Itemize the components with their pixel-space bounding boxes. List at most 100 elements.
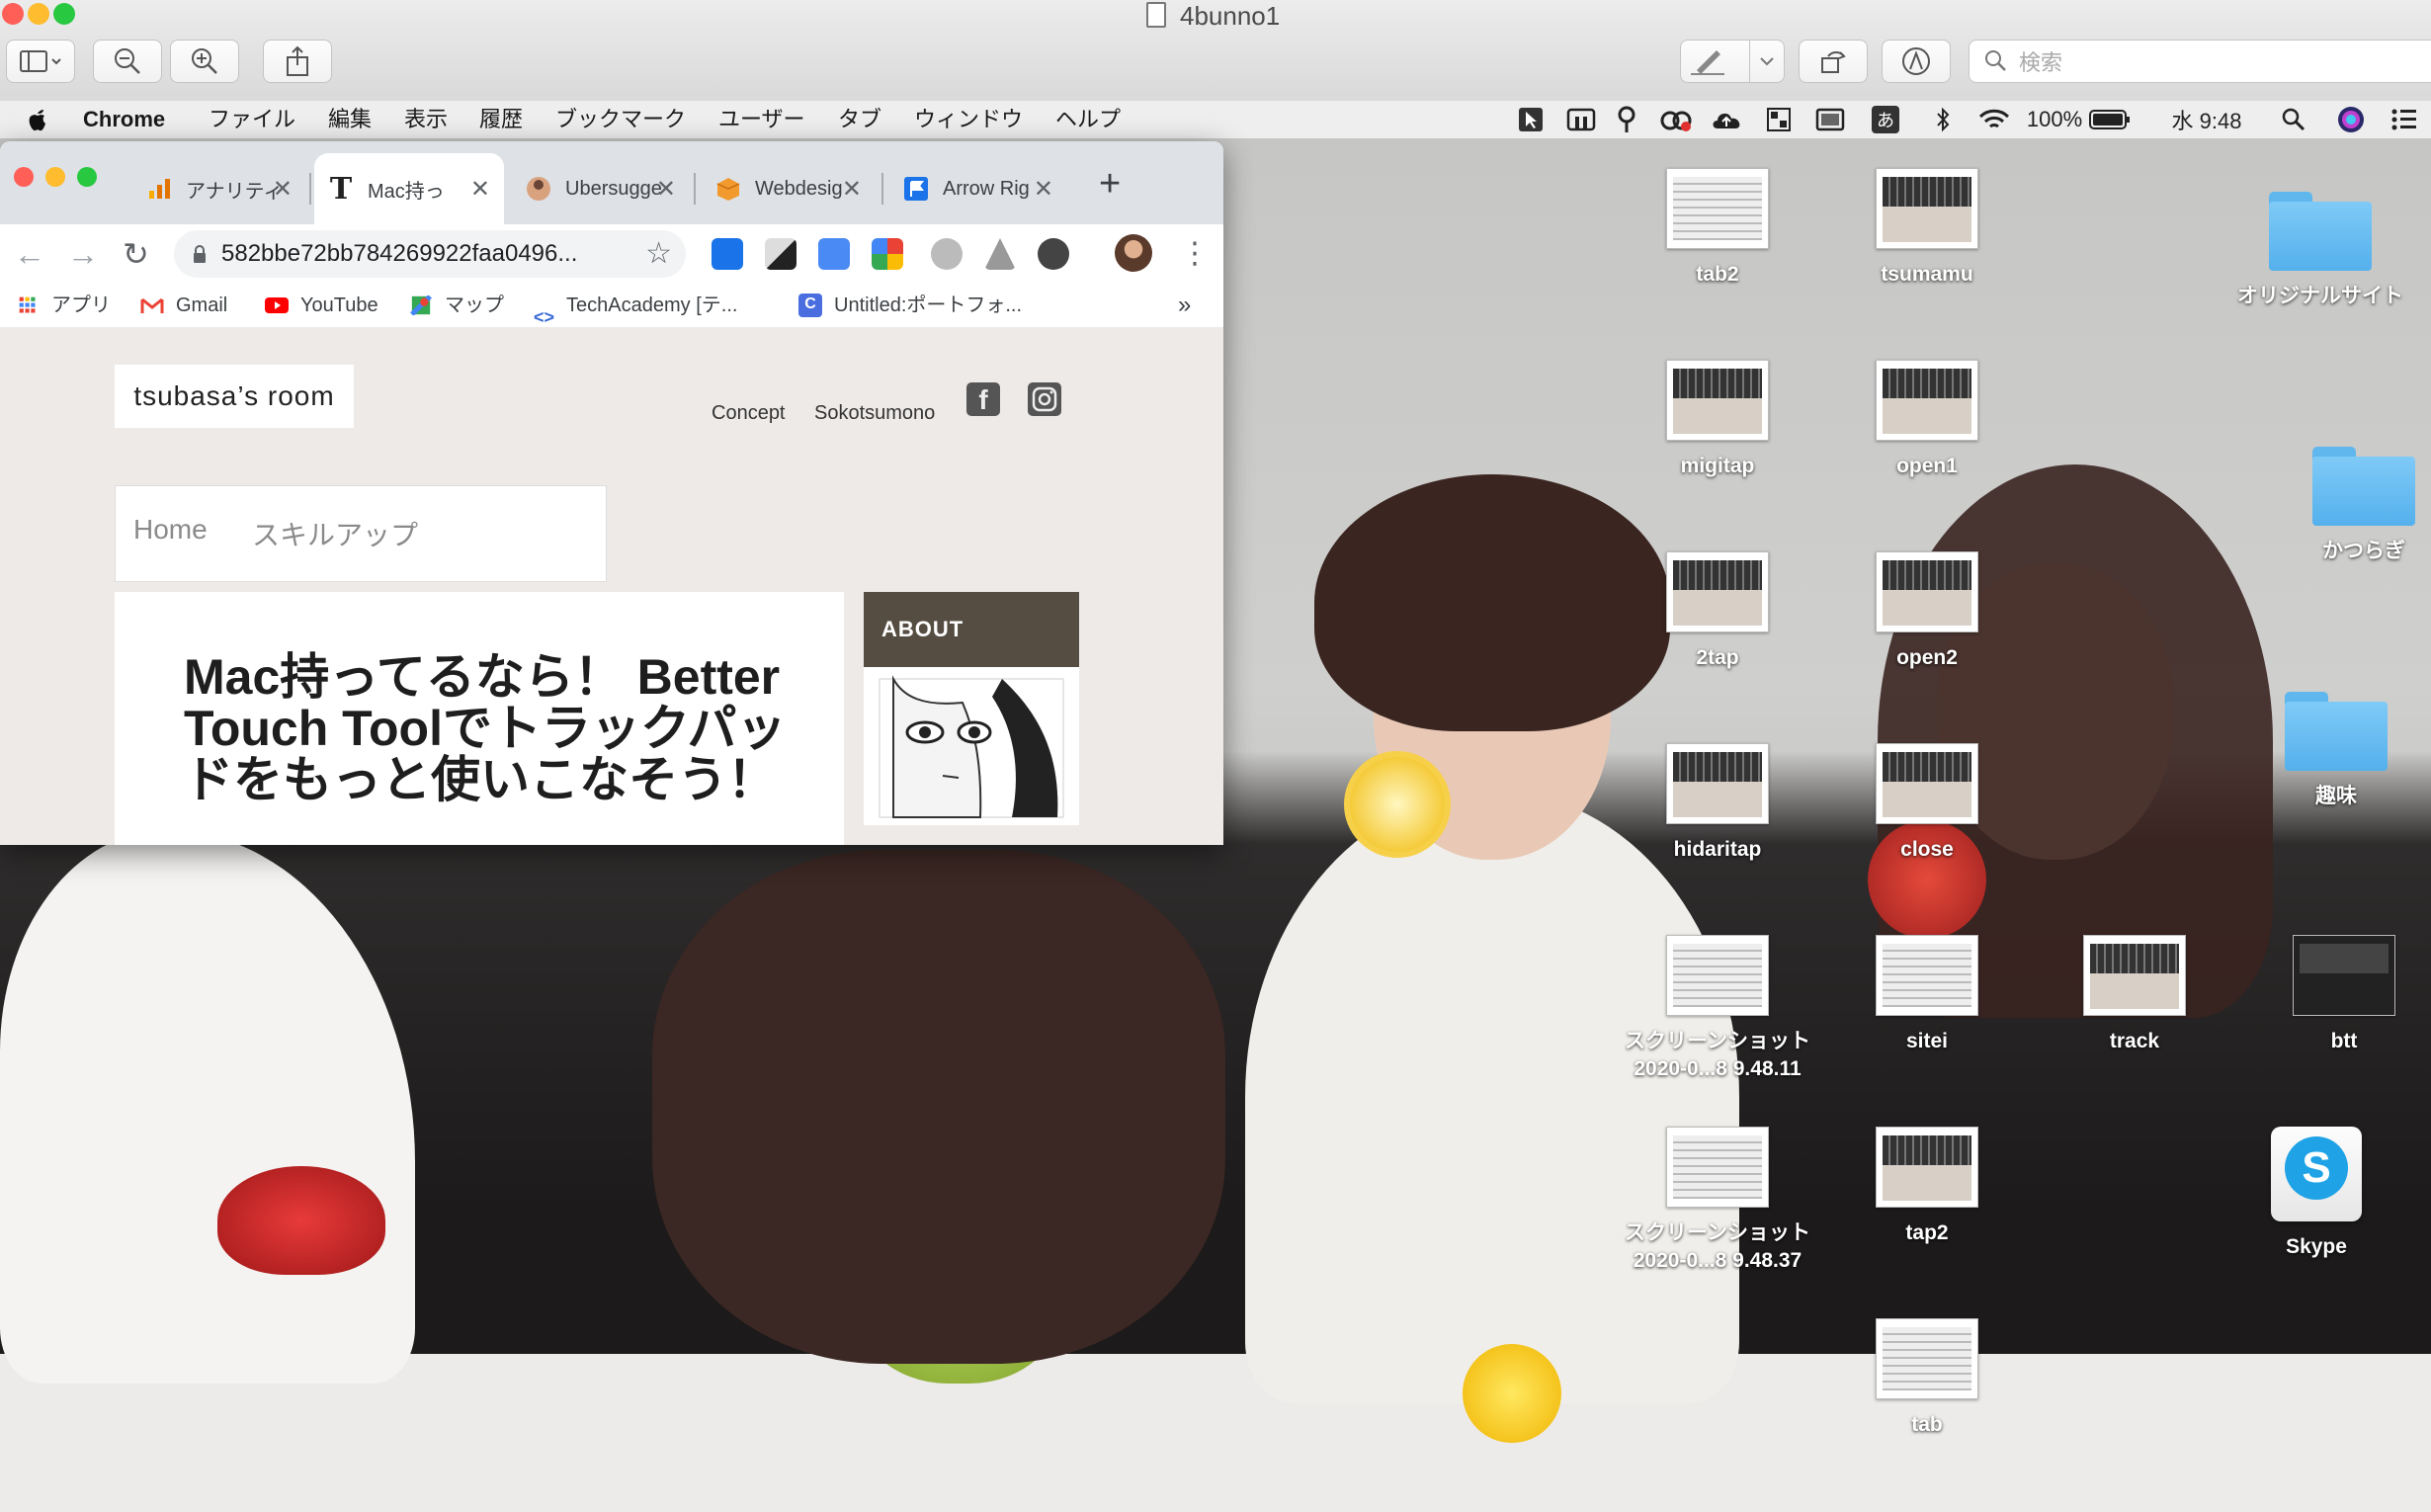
bluetooth-icon[interactable]	[1929, 106, 1957, 133]
close-button[interactable]	[2, 3, 24, 25]
tab-ubersuggest[interactable]: Ubersugge ✕	[512, 153, 690, 224]
input-method-status[interactable]: あ	[1872, 106, 1899, 133]
desktop-icon[interactable]: tap2	[1828, 1127, 2026, 1247]
zoom-out-button[interactable]	[93, 40, 162, 83]
close-tab-icon[interactable]: ✕	[656, 175, 676, 204]
grid-status-icon[interactable]	[1765, 106, 1793, 133]
bookmark-untitled[interactable]: C Untitled:ポートフォ...	[798, 284, 1022, 327]
menu-window[interactable]: ウィンドウ	[914, 101, 1023, 138]
nav-concept[interactable]: Concept	[712, 402, 786, 425]
tab-arrow[interactable]: Arrow Rig ✕	[889, 153, 1067, 224]
folder-icon[interactable]: 趣味	[2237, 692, 2431, 810]
cloud-upload-status-icon[interactable]	[1710, 106, 1745, 133]
menu-help[interactable]: ヘルプ	[1055, 101, 1121, 138]
desktop-icon[interactable]: migitap	[1619, 360, 1816, 480]
menu-file[interactable]: ファイル	[209, 101, 295, 138]
site-logo[interactable]: tsubasa’s room	[115, 365, 354, 428]
more-bookmarks-button[interactable]: »	[1178, 284, 1191, 327]
menu-profiles[interactable]: ユーザー	[718, 101, 805, 138]
minimize-button[interactable]	[28, 3, 49, 25]
translate-extension-icon[interactable]	[818, 238, 850, 270]
bookmark-apps[interactable]: アプリ	[16, 284, 111, 327]
google-extension-icon[interactable]	[872, 238, 903, 270]
close-tab-icon[interactable]: ✕	[1034, 175, 1053, 204]
tab-active-article[interactable]: T Mac持っ ✕	[314, 153, 504, 224]
back-arrow-icon[interactable]: ←	[14, 234, 45, 274]
desktop-icon[interactable]: close	[1828, 743, 2026, 864]
close-tab-icon[interactable]: ✕	[470, 175, 490, 204]
notification-center-icon[interactable]	[2389, 106, 2419, 133]
desktop-icon[interactable]: 2tap	[1619, 551, 1816, 672]
folder-icon[interactable]: かつらぎ	[2265, 447, 2431, 565]
nav-sokotsumono[interactable]: Sokotsumono	[814, 402, 935, 425]
extension-icon[interactable]	[1038, 238, 1069, 270]
cursor-status-icon[interactable]	[1516, 106, 1546, 133]
chevron-down-icon[interactable]	[1749, 41, 1784, 82]
menu-clock[interactable]: 水 9:48	[2162, 106, 2251, 133]
menu-bookmarks[interactable]: ブックマーク	[555, 101, 686, 138]
bookmark-maps[interactable]: マップ	[409, 284, 504, 327]
new-tab-button[interactable]: +	[1099, 165, 1121, 203]
menu-view[interactable]: 表示	[404, 101, 448, 138]
pin-status-icon[interactable]	[1615, 106, 1638, 133]
wifi-icon[interactable]	[1976, 106, 2012, 133]
menu-skillup[interactable]: スキルアップ	[252, 514, 418, 553]
desktop-icon[interactable]: open1	[1828, 360, 2026, 480]
bookmark-youtube[interactable]: YouTube	[265, 284, 378, 327]
extension-icon[interactable]	[712, 238, 743, 270]
facebook-icon[interactable]: f	[966, 382, 1000, 416]
instagram-icon[interactable]	[1028, 382, 1061, 416]
zoom-button[interactable]	[53, 3, 75, 25]
document-icon	[1146, 2, 1166, 28]
close-tab-icon[interactable]: ✕	[842, 175, 862, 204]
forward-arrow-icon[interactable]: →	[67, 234, 99, 274]
desktop-icon[interactable]: tab2	[1619, 168, 1816, 289]
desktop-icon[interactable]: track	[2036, 935, 2233, 1055]
display-status-icon[interactable]	[1814, 106, 1846, 133]
siri-icon[interactable]	[2336, 106, 2366, 133]
menu-home[interactable]: Home	[133, 514, 208, 546]
kebab-menu-icon[interactable]: ⋮	[1180, 234, 1210, 274]
bookmark-techacademy[interactable]: <> TechAcademy [テ...	[534, 284, 737, 327]
close-tab-icon[interactable]: ✕	[273, 175, 293, 204]
close-button[interactable]	[14, 167, 34, 187]
reload-icon[interactable]: ↻	[123, 234, 149, 274]
eyedropper-extension-icon[interactable]	[765, 238, 796, 270]
zoom-button[interactable]	[77, 167, 97, 187]
menu-tab[interactable]: タブ	[838, 101, 881, 138]
rotate-button[interactable]	[1799, 40, 1868, 83]
menu-history[interactable]: 履歴	[479, 101, 523, 138]
bettertouchtool-status-icon[interactable]	[1565, 106, 1597, 133]
folder-icon[interactable]: オリジナルサイト	[2221, 192, 2419, 310]
skype-app-icon[interactable]: S Skype	[2218, 1127, 2415, 1261]
minimize-button[interactable]	[45, 167, 65, 187]
markup-button[interactable]	[1680, 40, 1785, 83]
drive-extension-icon[interactable]	[984, 238, 1016, 270]
annotate-button[interactable]	[1882, 40, 1951, 83]
desktop-icon[interactable]: スクリーンショット 2020-0...8 9.48.37	[1619, 1127, 1816, 1275]
bookmark-gmail[interactable]: Gmail	[140, 284, 227, 327]
profile-avatar[interactable]	[1115, 234, 1152, 272]
zoom-in-button[interactable]	[170, 40, 239, 83]
spotlight-icon[interactable]	[2279, 106, 2308, 133]
bookmark-star-icon[interactable]: ☆	[645, 236, 672, 271]
desktop-icon[interactable]: tab	[1828, 1318, 2026, 1439]
share-button[interactable]	[263, 40, 332, 83]
sidebar-toggle-button[interactable]	[6, 40, 75, 83]
tab-analytics[interactable]: アナリティ ✕	[132, 153, 306, 224]
search-input[interactable]: 検索	[1969, 40, 2431, 83]
desktop-icon[interactable]: hidaritap	[1619, 743, 1816, 864]
desktop-icon[interactable]: スクリーンショット 2020-0...8 9.48.11	[1619, 935, 1816, 1083]
desktop-icon[interactable]: sitei	[1828, 935, 2026, 1055]
battery-percent[interactable]: 100%	[2026, 106, 2083, 133]
desktop-icon[interactable]: open2	[1828, 551, 2026, 672]
tab-webdesign[interactable]: Webdesig ✕	[702, 153, 876, 224]
desktop-icon[interactable]: tsumamu	[1828, 168, 2026, 289]
address-bar[interactable]: 582bbe72bb784269922faa0496... ☆	[174, 230, 686, 278]
creative-cloud-status-icon[interactable]	[1658, 106, 1694, 133]
battery-icon[interactable]	[2087, 106, 2133, 133]
desktop-icon[interactable]: btt	[2245, 935, 2431, 1055]
menu-edit[interactable]: 編集	[328, 101, 372, 138]
extension-icon[interactable]	[931, 238, 963, 270]
app-menu[interactable]: Chrome	[83, 101, 165, 138]
